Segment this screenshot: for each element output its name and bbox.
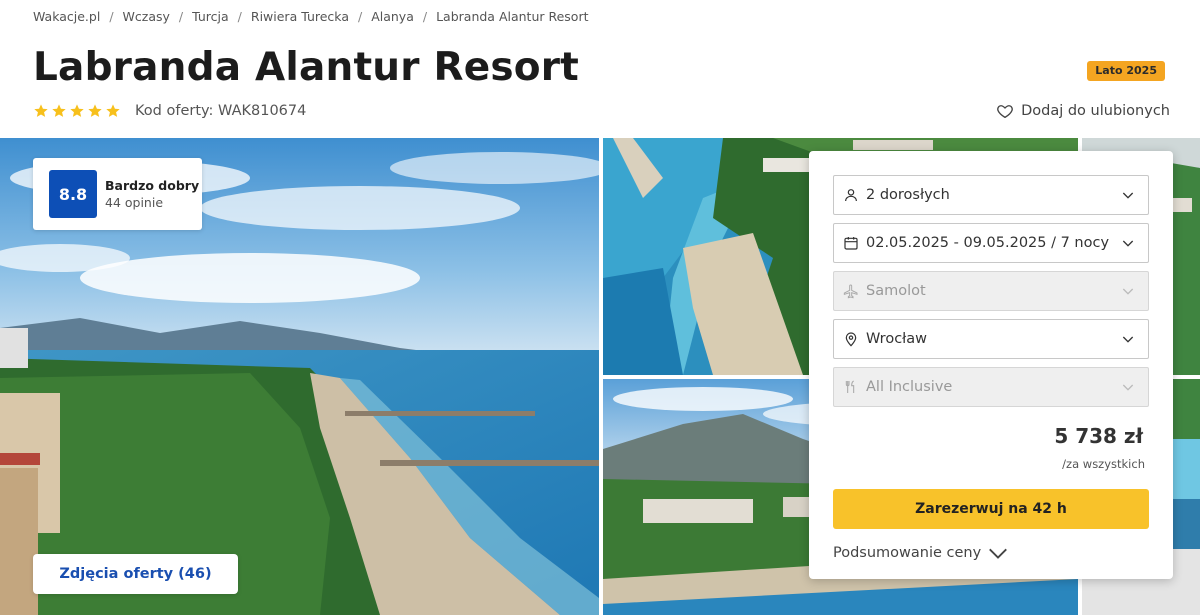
location-pin-icon — [842, 330, 860, 348]
breadcrumb-separator: / — [178, 8, 184, 24]
user-icon — [842, 186, 860, 204]
breadcrumb-item-home[interactable]: Wakacje.pl — [33, 9, 100, 24]
rating-count: 44 opinie — [105, 195, 164, 210]
chevron-down-icon — [1118, 185, 1138, 205]
heart-icon — [997, 105, 1013, 119]
rating-label: Bardzo dobry — [105, 178, 200, 193]
calendar-icon — [842, 234, 860, 252]
breadcrumb-separator: / — [109, 8, 114, 24]
breadcrumb-separator: / — [422, 8, 428, 24]
hotel-offer-page: Wakacje.pl / Wczasy / Turcja / Riwiera T… — [0, 0, 1200, 615]
chevron-down-icon — [1118, 281, 1138, 301]
board-value: All Inclusive — [866, 379, 953, 395]
add-to-favorites-label: Dodaj do ulubionych — [1021, 103, 1170, 119]
hotel-meta-row: Kod oferty: WAK810674 — [33, 101, 306, 121]
chevron-down-icon — [1118, 329, 1138, 349]
transport-value: Samolot — [866, 283, 926, 299]
chevron-down-icon — [989, 548, 1008, 559]
book-button[interactable]: Zarezerwuj na 42 h — [833, 489, 1149, 529]
add-to-favorites-button[interactable]: Dodaj do ulubionych — [996, 101, 1170, 121]
transport-select: Samolot — [833, 271, 1149, 311]
breadcrumb-item-region[interactable]: Riwiera Turecka — [251, 9, 349, 24]
guests-select[interactable]: 2 dorosłych — [833, 175, 1149, 215]
departure-value: Wrocław — [866, 331, 928, 347]
breadcrumb-item-country[interactable]: Turcja — [192, 9, 229, 24]
breadcrumb-separator: / — [237, 8, 242, 24]
star-icon — [106, 104, 120, 117]
rating-card[interactable]: 8.8 Bardzo dobry 44 opinie — [33, 158, 202, 230]
star-icon — [52, 104, 66, 117]
star-icon — [70, 104, 84, 117]
price-note: /za wszystkich — [1062, 457, 1145, 471]
breadcrumb-item-hotel[interactable]: Labranda Alantur Resort — [436, 9, 588, 24]
chevron-down-icon — [1118, 233, 1138, 253]
hotel-stars — [33, 103, 121, 119]
board-select: All Inclusive — [833, 367, 1149, 407]
plane-icon — [842, 282, 860, 300]
season-badge: Lato 2025 — [1087, 61, 1165, 81]
breadcrumb-item-wczasy[interactable]: Wczasy — [123, 9, 170, 24]
main-photo[interactable]: 8.8 Bardzo dobry 44 opinie Zdjęcia ofert… — [0, 138, 599, 615]
departure-select[interactable]: Wrocław — [833, 319, 1149, 359]
breadcrumb-separator: / — [357, 8, 363, 24]
show-photos-button[interactable]: Zdjęcia oferty (46) — [33, 554, 238, 594]
cutlery-icon — [842, 378, 860, 396]
total-price: 5 738 zł — [1054, 424, 1143, 448]
dates-value: 02.05.2025 - 09.05.2025 / 7 nocy — [866, 235, 1110, 251]
page-title: Labranda Alantur Resort — [33, 45, 580, 90]
star-icon — [34, 104, 48, 117]
guests-value: 2 dorosłych — [866, 187, 950, 203]
star-icon — [88, 104, 102, 117]
dates-select[interactable]: 02.05.2025 - 09.05.2025 / 7 nocy — [833, 223, 1149, 263]
offer-code: Kod oferty: WAK810674 — [135, 103, 307, 119]
breadcrumb: Wakacje.pl / Wczasy / Turcja / Riwiera T… — [33, 8, 589, 24]
breadcrumb-item-city[interactable]: Alanya — [371, 9, 414, 24]
price-summary-toggle[interactable]: Podsumowanie ceny — [833, 543, 1009, 563]
rating-text: Bardzo dobry 44 opinie — [105, 177, 199, 211]
rating-score: 8.8 — [49, 170, 97, 218]
booking-panel: 2 dorosłych 02.05.2025 - 09.05.2025 / 7 … — [809, 151, 1173, 579]
chevron-down-icon — [1118, 377, 1138, 397]
price-summary-label: Podsumowanie ceny — [833, 545, 982, 561]
